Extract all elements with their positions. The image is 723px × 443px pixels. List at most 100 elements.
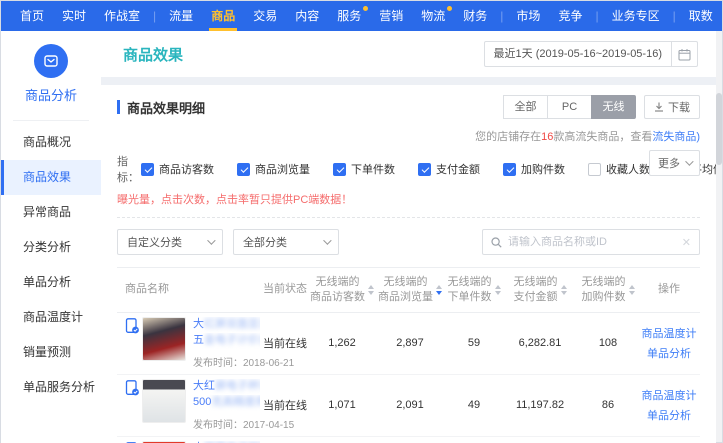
status-cell: 当前在线 [260, 397, 310, 413]
nav-item[interactable]: | [591, 1, 602, 31]
date-range-text: 最近1天 (2019-05-16~2019-05-16) [485, 42, 671, 66]
checkbox-icon[interactable] [141, 163, 154, 176]
page-title: 商品效果 [123, 44, 183, 65]
checkbox-icon[interactable] [503, 163, 516, 176]
metric-checkbox[interactable]: 支付金额 [418, 161, 480, 177]
chevron-down-icon [685, 157, 693, 165]
table-row: 大红屏电子秤计价台秤精准 500克高精度商用电子分 发布时间：2017-04-1… [117, 375, 700, 437]
metric-checkbox[interactable]: 加购件数 [503, 161, 565, 177]
nav-item[interactable]: 业务专区 [603, 1, 669, 31]
nav-item[interactable]: 竞争 [549, 1, 591, 31]
churn-products-link[interactable]: 流失商品) [652, 131, 700, 143]
sort-icon[interactable] [561, 282, 567, 298]
download-icon [654, 102, 664, 112]
checkbox-icon[interactable] [333, 163, 346, 176]
sidebar-item[interactable]: 单品分析 [1, 265, 101, 300]
thermometer-link[interactable]: 商品温度计 [638, 387, 700, 403]
single-analysis-link[interactable]: 单品分析 [638, 345, 700, 361]
sidebar-item[interactable]: 商品温度计 [1, 300, 101, 335]
nav-item[interactable]: 实时 [53, 1, 95, 31]
scrollbar-track[interactable] [716, 31, 722, 442]
nav-item[interactable]: | [669, 1, 680, 31]
filter-row: 自定义分类 全部分类 ✕ [117, 229, 700, 255]
sidebar-item[interactable]: 单品服务分析 [1, 370, 101, 405]
metric-label: 下单件数 [351, 161, 395, 177]
terminal-tab[interactable]: 无线 [591, 95, 636, 119]
column-header: 当前状态 [260, 282, 310, 297]
wireless-product-icon [125, 318, 139, 334]
metric-checkbox[interactable]: 商品浏览量 [237, 161, 310, 177]
sort-icon[interactable] [495, 282, 501, 298]
sidebar-item[interactable]: 分类分析 [1, 230, 101, 265]
sidebar-item[interactable]: 商品效果 [1, 160, 101, 195]
sort-icon[interactable] [629, 282, 635, 298]
download-button[interactable]: 下载 [644, 95, 700, 119]
table-row: 大屏幕电子秤商用30kg 家用台秤高精度自动电子计 发布时间：2017-07-1… [117, 437, 700, 443]
sidebar-item[interactable]: 商品概况 [1, 125, 101, 160]
nav-item[interactable]: 首页 [11, 1, 53, 31]
checkbox-icon[interactable] [588, 163, 601, 176]
terminal-tab[interactable]: 全部 [503, 95, 548, 119]
column-header: 操作 [638, 282, 700, 297]
top-navigation: 首页 实时 作战室 | 流量 商品 交易 内容 服务 营销 物流 财务 | 市场… [1, 1, 722, 31]
nav-item[interactable]: 内容 [286, 1, 328, 31]
custom-category-select[interactable]: 自定义分类 [117, 229, 223, 255]
checkbox-icon[interactable] [237, 163, 250, 176]
product-cell: 大红屏双面显示高0.01精准小 五金电子计价台秤商用秤 发布时间：2018-06… [117, 317, 260, 369]
product-name-link[interactable]: 五金电子计价台秤商用秤 [193, 333, 260, 349]
nav-item[interactable]: 营销 [370, 1, 412, 31]
single-analysis-link[interactable]: 单品分析 [638, 407, 700, 423]
pageviews-cell: 2,897 [374, 337, 446, 349]
payment-cell: 6,282.81 [502, 337, 578, 349]
visitors-cell: 1,262 [310, 337, 374, 349]
date-range-picker[interactable]: 最近1天 (2019-05-16~2019-05-16) [484, 41, 698, 67]
cart-adds-cell: 86 [578, 399, 638, 411]
nav-item[interactable]: 取数 [680, 1, 722, 31]
metrics-row: 指标： 商品访客数 商品浏览量 [117, 153, 700, 185]
sidebar: 商品分析 商品概况 商品效果 异常商品 分类分析 单品分析 商品温度计 销量预测… [1, 31, 101, 443]
nav-item[interactable]: | [496, 1, 507, 31]
download-label: 下载 [668, 99, 690, 115]
search-input[interactable] [508, 236, 682, 248]
payment-cell: 11,197.82 [502, 399, 578, 411]
product-name-link[interactable]: 500克高精度商用电子分 [193, 395, 260, 411]
nav-item[interactable]: | [149, 1, 160, 31]
action-cell: 商品温度计 单品分析 [638, 325, 700, 361]
wireless-product-icon [125, 380, 139, 396]
checkbox-icon[interactable] [418, 163, 431, 176]
sort-icon[interactable] [436, 282, 442, 298]
nav-item[interactable]: 商品 [202, 1, 244, 31]
product-name-link[interactable]: 大红屏电子秤计价台秤精准 [193, 379, 260, 395]
nav-item[interactable]: 市场 [507, 1, 549, 31]
metric-checkbox[interactable]: 商品访客数 [141, 161, 214, 177]
chevron-down-icon [207, 236, 215, 244]
clear-search-icon[interactable]: ✕ [682, 236, 691, 249]
scrollbar-thumb[interactable] [716, 93, 722, 165]
sidebar-item[interactable]: 销量预测 [1, 335, 101, 370]
orders-cell: 49 [446, 399, 502, 411]
column-header: 无线端的 商品访客数 [310, 275, 374, 305]
product-search-box[interactable]: ✕ [482, 229, 700, 255]
sidebar-item[interactable]: 异常商品 [1, 195, 101, 230]
metric-checkbox[interactable]: 收藏人数 [588, 161, 650, 177]
more-label: 更多 [658, 155, 680, 171]
column-header: 无线端的 加购件数 [578, 275, 638, 305]
nav-item[interactable]: 交易 [244, 1, 286, 31]
nav-item[interactable]: 服务 [328, 1, 370, 31]
terminal-tab[interactable]: PC [547, 95, 592, 119]
nav-item[interactable]: 作战室 [95, 1, 149, 31]
metric-checkbox[interactable]: 下单件数 [333, 161, 395, 177]
thermometer-link[interactable]: 商品温度计 [638, 325, 700, 341]
more-metrics-button[interactable]: 更多 [649, 150, 700, 176]
nav-item[interactable]: 物流 [412, 1, 454, 31]
nav-item[interactable]: 流量 [160, 1, 202, 31]
product-thumbnail[interactable] [142, 379, 186, 423]
pageviews-cell: 2,091 [374, 399, 446, 411]
calendar-icon[interactable] [671, 42, 697, 66]
all-category-select[interactable]: 全部分类 [233, 229, 339, 255]
column-header: 无线端的 商品浏览量 [374, 275, 446, 305]
product-thumbnail[interactable] [142, 317, 186, 361]
product-name-link[interactable]: 大红屏双面显示高0.01精准小 [193, 317, 260, 333]
column-header: 无线端的 支付金额 [502, 275, 578, 305]
nav-item[interactable]: 财务 [454, 1, 496, 31]
